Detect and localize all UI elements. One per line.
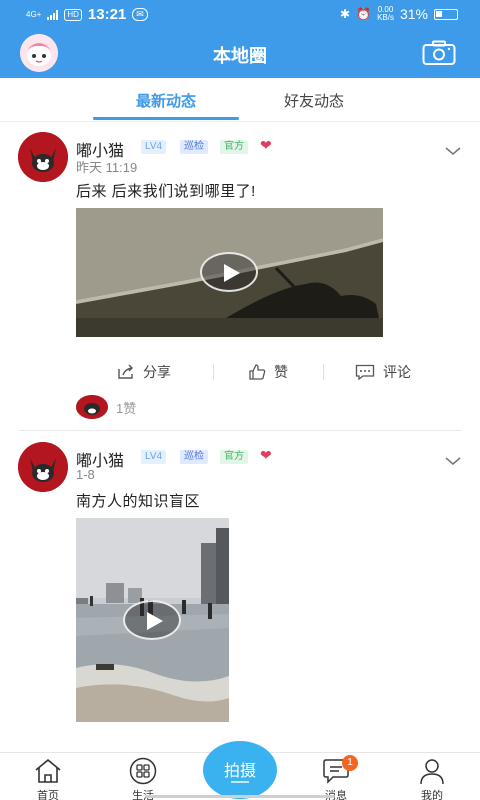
official-badge: 官方 — [220, 450, 248, 464]
post-card: 嘟小猫 LV4 巡检 官方 ❤ 昨天 11:19 后来 后来我们说到哪里了! 分… — [0, 122, 480, 432]
likes-row: 1赞 — [76, 395, 136, 419]
shoot-label: 拍摄 — [223, 763, 256, 780]
unread-badge: 1 — [342, 755, 358, 771]
inspector-badge: 巡检 — [180, 140, 208, 154]
post-actions: 分享 赞 评论 — [0, 356, 480, 386]
camera-icon[interactable] — [422, 40, 456, 66]
divider — [323, 364, 324, 380]
divider — [213, 364, 214, 380]
share-label: 分享 — [143, 364, 171, 380]
avatar[interactable] — [18, 132, 68, 182]
shoot-button[interactable]: 拍摄 — [203, 741, 277, 799]
post-text: 后来 后来我们说到哪里了! — [76, 183, 256, 200]
post-text: 南方人的知识盲区 — [76, 493, 201, 510]
home-icon — [35, 758, 61, 783]
home-indicator[interactable] — [145, 795, 335, 798]
tab-latest[interactable]: 最新动态 — [91, 90, 241, 111]
comment-label: 评论 — [383, 364, 411, 380]
post-card: 嘟小猫 LV4 巡检 官方 ❤ 1-8 南方人的知识盲区 — [0, 432, 480, 768]
comment-button[interactable]: 评论 — [355, 362, 411, 382]
network-type: 4G+ — [26, 9, 42, 19]
post-time: 1-8 — [76, 467, 95, 482]
app-header: 4G+ HD 13:21 ✉ ✱ ⏰ 0.00 KB/s 31% 本地圈 — [0, 0, 480, 78]
level-badge: LV4 — [141, 450, 167, 464]
play-icon[interactable] — [200, 252, 258, 292]
active-tab-indicator — [93, 117, 239, 120]
like-label: 赞 — [274, 364, 288, 380]
heart-icon: ❤ — [260, 137, 272, 153]
alarm-icon: ⏰ — [356, 7, 372, 21]
video-thumbnail[interactable] — [76, 208, 383, 337]
signal-icon — [47, 9, 59, 20]
heart-icon: ❤ — [260, 447, 272, 463]
hd-badge: HD — [64, 8, 82, 21]
level-badge: LV4 — [141, 140, 167, 154]
nav-home[interactable]: 首页 — [18, 757, 78, 800]
nav-mine-label: 我的 — [421, 790, 443, 800]
chevron-down-icon[interactable] — [444, 456, 462, 466]
chevron-down-icon[interactable] — [444, 146, 462, 156]
feed-tabs: 最新动态 好友动态 — [0, 78, 480, 122]
inspector-badge: 巡检 — [180, 450, 208, 464]
play-icon[interactable] — [123, 600, 181, 640]
comment-icon — [355, 364, 375, 380]
page-title: 本地圈 — [213, 46, 267, 66]
battery-percent: 31% — [399, 6, 428, 22]
user-icon — [420, 759, 444, 785]
grid-icon — [129, 757, 157, 785]
nav-life[interactable]: 生活 — [113, 757, 173, 800]
nav-mine[interactable]: 我的 — [402, 757, 462, 800]
share-icon — [118, 364, 133, 379]
like-button[interactable]: 赞 — [248, 362, 288, 382]
official-badge: 官方 — [220, 140, 248, 154]
nav-home-label: 首页 — [37, 790, 59, 800]
post-separator — [18, 430, 462, 431]
tab-friends[interactable]: 好友动态 — [239, 90, 389, 111]
network-speed: 0.00 KB/s — [377, 5, 394, 22]
clock: 13:21 — [87, 6, 127, 23]
battery-icon — [434, 8, 458, 20]
nav-messages[interactable]: 消息 1 — [306, 755, 366, 800]
thumbs-up-icon — [249, 364, 266, 380]
post-time: 昨天 11:19 — [76, 160, 138, 175]
status-bar: 4G+ HD 13:21 ✉ ✱ ⏰ 0.00 KB/s 31% — [0, 0, 480, 30]
avatar[interactable] — [18, 442, 68, 492]
shoot-underline — [231, 781, 249, 783]
liker-avatar[interactable] — [76, 395, 108, 419]
notification-icon: ✉ — [132, 8, 148, 21]
video-thumbnail[interactable] — [76, 518, 229, 722]
bluetooth-icon: ✱ — [340, 7, 351, 21]
likes-count: 1赞 — [116, 400, 137, 416]
share-button[interactable]: 分享 — [117, 362, 171, 382]
